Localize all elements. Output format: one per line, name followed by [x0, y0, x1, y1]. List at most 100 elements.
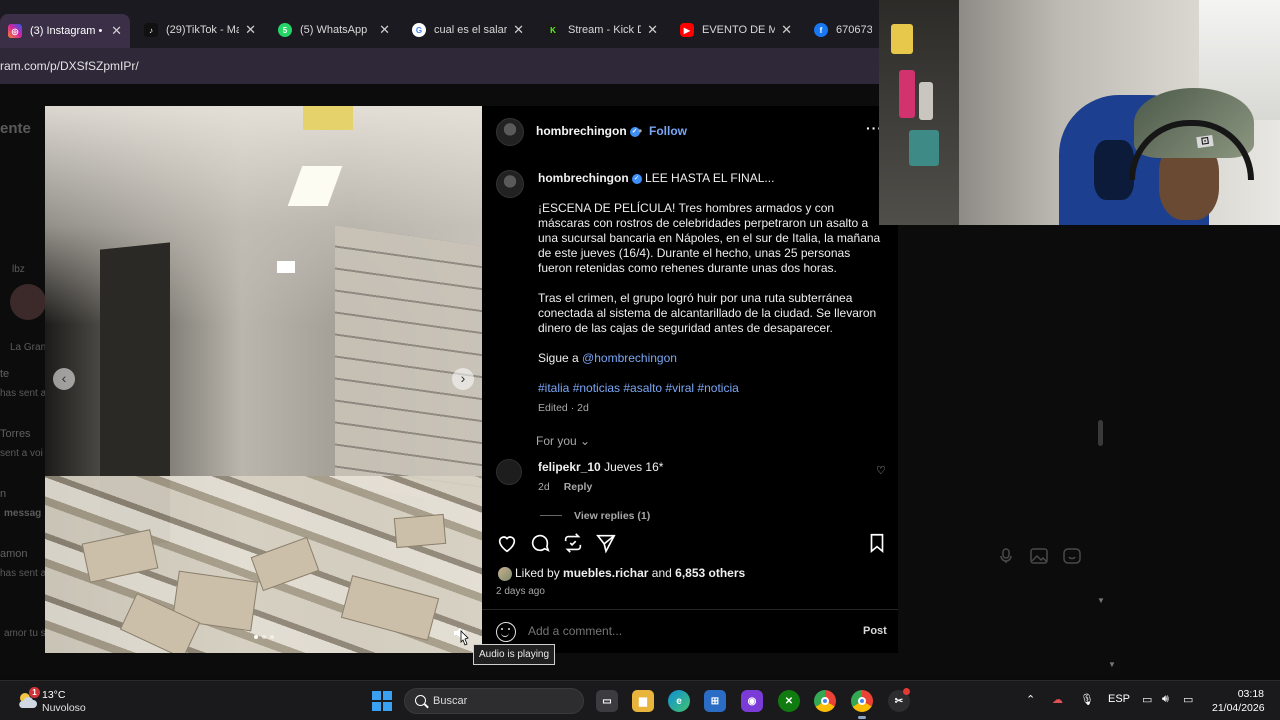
- taskbar-search[interactable]: Buscar: [404, 688, 584, 714]
- bg-snippet: lbz: [12, 264, 25, 275]
- xbox-icon[interactable]: ✕: [778, 690, 800, 712]
- tab-whatsapp[interactable]: 5 (5) WhatsApp ✕: [270, 15, 398, 45]
- close-icon[interactable]: ✕: [111, 23, 122, 39]
- taskbar-clock[interactable]: 03:18: [1212, 688, 1264, 700]
- app-icon[interactable]: ◉: [741, 690, 763, 712]
- post-media-video[interactable]: [45, 106, 482, 653]
- carousel-dot: [254, 635, 258, 639]
- ceiling-light: [287, 166, 343, 206]
- webcam-object: [899, 70, 915, 118]
- scrollbar-thumb[interactable]: [1098, 420, 1103, 446]
- tab-title: (29)TikTok - Mak: [166, 24, 240, 36]
- close-icon[interactable]: ✕: [647, 22, 658, 38]
- author-avatar[interactable]: [496, 118, 524, 146]
- comment-meta: 2d Reply: [538, 481, 592, 493]
- next-arrow-icon[interactable]: ›: [452, 368, 474, 390]
- liker-username[interactable]: muebles.richar: [563, 566, 648, 580]
- save-bookmark-icon[interactable]: [866, 532, 888, 554]
- mention-link[interactable]: @hombrechingon: [582, 351, 677, 365]
- chrome-dev-icon[interactable]: [851, 690, 873, 712]
- weather-alert-badge: 1: [29, 687, 40, 698]
- file-explorer-icon[interactable]: ▆: [632, 690, 654, 712]
- caption-avatar[interactable]: [496, 170, 524, 198]
- scroll-down-icon[interactable]: ▼: [1097, 596, 1105, 605]
- bg-snippet: amon: [0, 548, 28, 560]
- language-indicator[interactable]: ESP: [1108, 693, 1130, 705]
- tab-google[interactable]: G cual es el salario ✕: [404, 15, 532, 45]
- sort-for-you-dropdown[interactable]: For you ⌄: [536, 434, 590, 448]
- cloud-sync-icon[interactable]: ☁: [1052, 693, 1063, 706]
- task-view-icon[interactable]: ▭: [596, 690, 618, 712]
- author-username-text: hombrechingon: [536, 124, 627, 138]
- network-icon[interactable]: ▭: [1142, 693, 1152, 706]
- tab-facebook[interactable]: f 670673166: [806, 15, 880, 45]
- follow-button[interactable]: Follow: [649, 124, 687, 138]
- previous-arrow-icon[interactable]: ‹: [53, 368, 75, 390]
- tab-title: EVENTO DE MO: [702, 24, 776, 36]
- separator-dot: •: [638, 124, 643, 138]
- close-icon[interactable]: ✕: [781, 22, 792, 38]
- tab-instagram[interactable]: ◎ (3) Instagram • M ✕: [0, 14, 130, 48]
- ceiling-light: [303, 106, 353, 130]
- liked-and: and: [651, 566, 672, 580]
- tab-title: Stream - Kick Da: [568, 24, 642, 36]
- carousel-dot: [270, 635, 274, 639]
- bg-snippet: messag: [4, 508, 42, 519]
- post-time-ago: 2 days ago: [496, 586, 545, 597]
- volume-icon[interactable]: 🔊︎: [1162, 693, 1169, 706]
- temperature[interactable]: 13°C: [42, 689, 65, 701]
- repost-icon[interactable]: [562, 532, 584, 554]
- microphone-tray-icon[interactable]: 🎙︎: [1080, 693, 1094, 706]
- view-replies-button[interactable]: View replies (1): [574, 510, 650, 522]
- safety-deposit-boxes: [335, 225, 482, 507]
- show-hidden-icons-chevron-icon[interactable]: ⌃: [1026, 693, 1035, 706]
- taskbar-date[interactable]: 21/04/2026: [1212, 702, 1265, 714]
- bg-snippet: n: [0, 488, 7, 500]
- scroll-down-icon[interactable]: ▼: [1108, 660, 1116, 669]
- caption-follow-line: Sigue a @hombrechingon: [538, 351, 883, 366]
- battery-icon[interactable]: ▭: [1183, 693, 1193, 706]
- whatsapp-icon: 5: [278, 23, 292, 37]
- store-icon[interactable]: ⊞: [704, 690, 726, 712]
- post-comment-button[interactable]: Post: [863, 625, 887, 637]
- caption-heading: hombrechingon ✓ LEE HASTA EL FINAL...: [538, 171, 774, 185]
- caption-username[interactable]: hombrechingon: [538, 171, 629, 185]
- microphone-icon: [1000, 548, 1012, 563]
- like-heart-icon[interactable]: [496, 532, 518, 554]
- address-bar[interactable]: ram.com/p/DXSfSZpmIPr/: [0, 48, 880, 84]
- windows-start-icon[interactable]: [372, 691, 392, 711]
- replies-divider: [540, 515, 562, 516]
- youtube-icon: ▶: [680, 23, 694, 37]
- tab-title: (5) WhatsApp: [300, 24, 368, 36]
- liker-avatar: [498, 566, 512, 581]
- tab-title: (3) Instagram • M: [30, 25, 105, 37]
- weather-condition[interactable]: Nuvoloso: [42, 702, 86, 714]
- comment-body: felipekr_10 Jueves 16*: [538, 460, 663, 474]
- likes-count[interactable]: 6,853 others: [675, 566, 745, 580]
- share-send-icon[interactable]: [595, 532, 617, 554]
- comment-like-heart-icon[interactable]: ♡: [876, 464, 886, 477]
- close-icon[interactable]: ✕: [245, 22, 256, 38]
- author-username[interactable]: hombrechingon ✓: [536, 124, 640, 138]
- liked-prefix: Liked by: [515, 566, 560, 580]
- emoji-smiley-icon[interactable]: [496, 622, 516, 642]
- url-text[interactable]: ram.com/p/DXSfSZpmIPr/: [0, 59, 139, 73]
- commenter-avatar[interactable]: [496, 459, 522, 485]
- hashtags-link[interactable]: #italia #noticias #asalto #viral #notici…: [538, 381, 883, 396]
- add-comment-input[interactable]: [528, 624, 828, 638]
- search-placeholder: Buscar: [433, 695, 468, 707]
- close-icon[interactable]: ✕: [513, 22, 524, 38]
- commenter-username[interactable]: felipekr_10: [538, 460, 601, 474]
- close-icon[interactable]: ✕: [379, 22, 390, 38]
- comment-bubble-icon[interactable]: [529, 532, 551, 554]
- reply-button[interactable]: Reply: [564, 481, 593, 493]
- tab-kick[interactable]: K Stream - Kick Da ✕: [538, 15, 666, 45]
- edge-icon[interactable]: e: [668, 690, 690, 712]
- comment-text: Jueves 16*: [604, 460, 664, 474]
- chrome-icon[interactable]: [814, 690, 836, 712]
- bg-snippet: La Gran: [10, 342, 47, 353]
- tab-title: cual es el salario: [434, 24, 508, 36]
- tab-youtube[interactable]: ▶ EVENTO DE MO ✕: [672, 15, 800, 45]
- webcam-cap-logo: ⊡: [1196, 134, 1215, 149]
- tab-tiktok[interactable]: ♪ (29)TikTok - Mak ✕: [136, 15, 264, 45]
